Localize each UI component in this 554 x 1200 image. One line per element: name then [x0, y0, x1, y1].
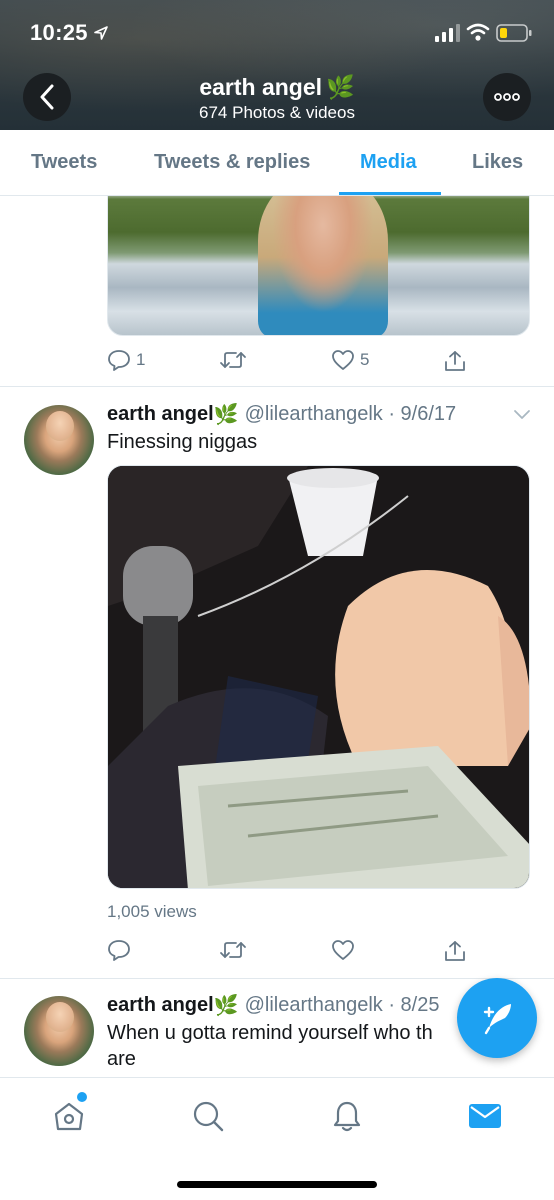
header-title: earth angel 🌿 674 Photos & videos [0, 74, 554, 123]
cellular-signal-icon [435, 24, 460, 42]
leaf-emoji: 🌿 [213, 403, 239, 426]
video-frame [108, 466, 529, 888]
share-button[interactable] [443, 349, 467, 373]
chevron-down-icon[interactable] [512, 408, 532, 422]
share-icon [445, 351, 465, 371]
reply-icon [108, 940, 130, 961]
mail-icon [469, 1104, 501, 1128]
tweet-text: When u gotta remind yourself who th are [107, 1022, 433, 1070]
photo-subject [258, 196, 388, 335]
reply-icon [108, 350, 130, 371]
view-count: 1,005 views [107, 902, 197, 921]
handle-date: @lilearthangelk · 8/25 [244, 993, 440, 1016]
avatar[interactable] [24, 405, 94, 475]
media-feed[interactable]: 1 5 earth angel 🌿 @lilearthangelk · 9/6/… [0, 196, 554, 1077]
share-button[interactable] [443, 939, 467, 963]
status-bar: 10:25 [0, 0, 554, 66]
retweet-button[interactable] [219, 939, 247, 961]
tweet-text: Finessing niggas [107, 431, 258, 453]
avatar[interactable] [24, 996, 94, 1066]
home-indicator [177, 1181, 377, 1188]
bottom-tab-bar [0, 1077, 554, 1200]
battery-icon [496, 24, 532, 42]
leaf-emoji: 🌿 [213, 994, 239, 1017]
heart-icon [332, 940, 354, 960]
profile-header: 10:25 earth angel 🌿 674 Photos & videos [0, 0, 554, 130]
media-count: 674 Photos & videos [199, 103, 355, 122]
tab-notifications[interactable] [329, 1098, 365, 1134]
tab-tweets-replies[interactable]: Tweets & replies [154, 151, 310, 174]
compose-feather-icon [483, 1004, 511, 1035]
profile-name: earth angel [199, 74, 323, 100]
retweet-icon [220, 942, 246, 958]
more-dots-icon [494, 93, 520, 101]
tweet-divider [0, 978, 554, 979]
retweet-icon [220, 352, 246, 368]
compose-tweet-button[interactable] [457, 978, 537, 1058]
display-name[interactable]: earth angel [107, 994, 214, 1017]
wifi-icon [466, 23, 490, 41]
tab-likes[interactable]: Likes [472, 151, 523, 174]
tweet-header: earth angel 🌿 @lilearthangelk · 8/25 [107, 992, 439, 1018]
search-icon [193, 1101, 224, 1132]
tweet-actions: 1 5 [107, 349, 467, 373]
like-button[interactable] [331, 939, 355, 961]
tweet-image[interactable] [107, 196, 530, 336]
profile-tabs: Tweets Tweets & replies Media Likes [0, 130, 554, 196]
tweet-video[interactable] [107, 465, 530, 889]
bell-icon [333, 1101, 361, 1132]
like-count: 5 [360, 350, 370, 369]
tab-media[interactable]: Media [360, 151, 417, 174]
heart-icon [332, 350, 354, 370]
handle-date: @lilearthangelk · 9/6/17 [244, 402, 457, 425]
leaf-emoji: 🌿 [326, 74, 355, 100]
tab-messages[interactable] [467, 1098, 503, 1134]
reply-button[interactable] [107, 939, 131, 961]
display-name[interactable]: earth angel [107, 403, 214, 426]
retweet-button[interactable] [219, 349, 252, 371]
tab-tweets[interactable]: Tweets [31, 151, 97, 174]
tweet-divider [0, 386, 554, 387]
notification-dot [77, 1092, 87, 1102]
share-icon [445, 941, 465, 961]
more-options-button[interactable] [483, 73, 531, 121]
tab-search[interactable] [190, 1098, 226, 1134]
home-icon [54, 1102, 84, 1131]
reply-button[interactable]: 1 [107, 349, 145, 371]
tweet-header: earth angel 🌿 @lilearthangelk · 9/6/17 [107, 401, 456, 427]
like-button[interactable]: 5 [331, 349, 369, 371]
location-arrow-icon [94, 26, 108, 40]
status-time: 10:25 [30, 20, 88, 45]
reply-count: 1 [136, 350, 146, 369]
tweet-actions [107, 939, 467, 963]
active-tab-indicator [339, 192, 441, 195]
tab-home[interactable] [51, 1098, 87, 1134]
